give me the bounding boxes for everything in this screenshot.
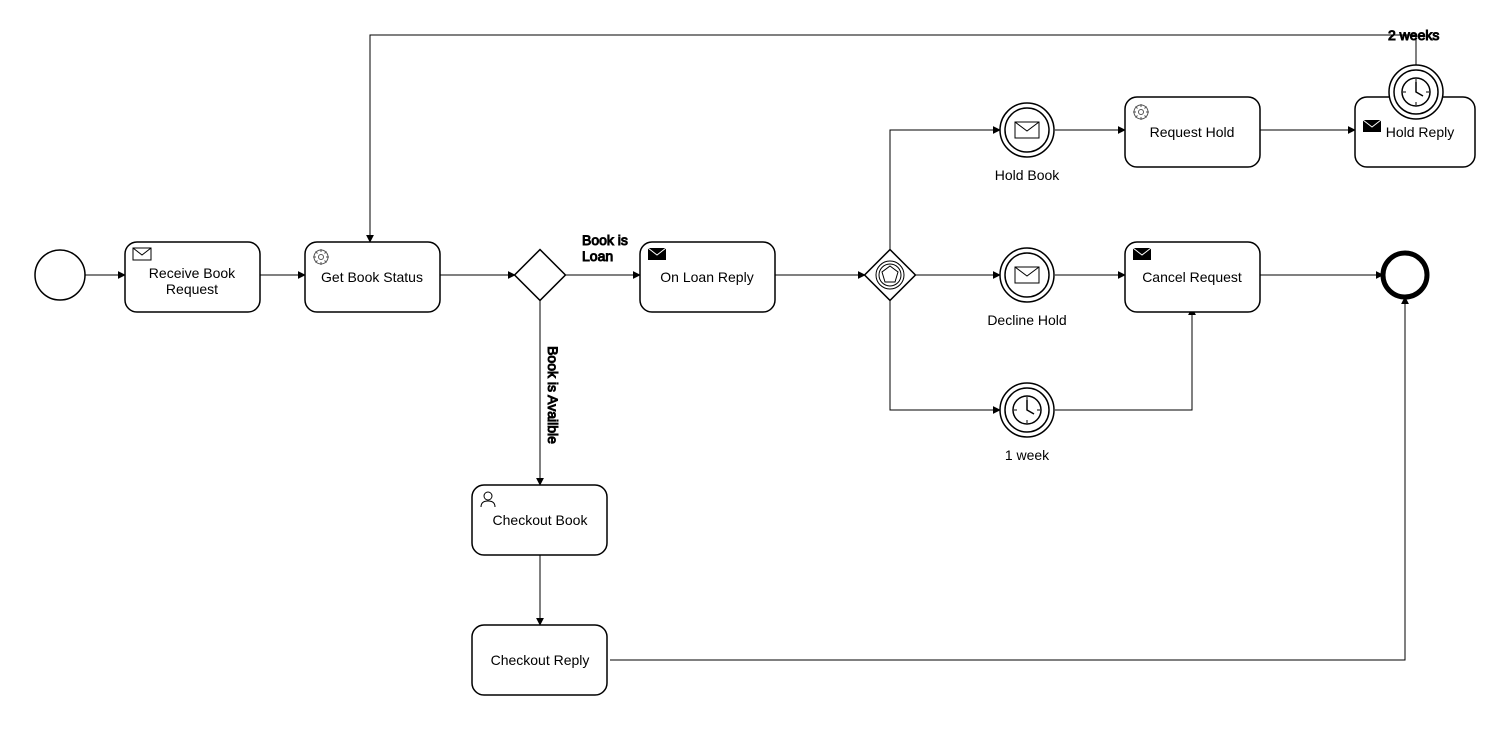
task-label: Cancel Request: [1142, 269, 1242, 285]
task-on-loan-reply[interactable]: On Loan Reply: [640, 242, 775, 312]
start-event[interactable]: [35, 250, 85, 300]
bpmn-diagram: Book isLoan Book is Availble 2 weeks: [0, 0, 1500, 732]
event-2-weeks-timer-boundary[interactable]: [1389, 65, 1443, 119]
envelope-icon: [133, 248, 151, 260]
task-label: Checkout Book: [493, 512, 589, 528]
edge-checkoutreply-end: [610, 297, 1405, 660]
clock-icon: [1013, 396, 1041, 424]
task-checkout-book[interactable]: Checkout Book: [472, 485, 607, 555]
gateway-event-based[interactable]: [865, 250, 916, 301]
gateway-exclusive[interactable]: [515, 250, 566, 301]
edge-evgw-1week: [890, 300, 1000, 410]
event-hold-book[interactable]: Hold Book: [995, 103, 1061, 183]
edge-label-2weeks: 2 weeks: [1388, 27, 1439, 43]
task-checkout-reply[interactable]: Checkout Reply: [472, 625, 607, 695]
event-label: 1 week: [1005, 447, 1050, 463]
task-request-hold[interactable]: Request Hold: [1125, 97, 1260, 167]
edge-evgw-holdbook: [890, 130, 1000, 250]
envelope-filled-icon: [648, 248, 666, 260]
event-label: Decline Hold: [987, 312, 1066, 328]
edge-label-book-is-loan: Book isLoan: [582, 232, 628, 264]
task-cancel-request[interactable]: Cancel Request: [1125, 242, 1260, 312]
envelope-icon: [1015, 267, 1039, 283]
envelope-filled-icon: [1363, 120, 1381, 132]
task-get-book-status[interactable]: Get Book Status: [305, 242, 440, 312]
task-label: Checkout Reply: [491, 652, 590, 668]
task-label: Request Hold: [1150, 124, 1235, 140]
envelope-filled-icon: [1133, 248, 1151, 260]
task-label: On Loan Reply: [660, 269, 753, 285]
envelope-icon: [1015, 122, 1039, 138]
edge-label-book-available: Book is Availble: [545, 346, 561, 444]
event-label: Hold Book: [995, 167, 1061, 183]
task-receive-book-request[interactable]: Receive BookRequest: [125, 242, 260, 312]
task-label: Hold Reply: [1386, 124, 1454, 140]
end-event[interactable]: [1383, 253, 1427, 297]
edge-1week-cancel: [1055, 308, 1192, 410]
event-1-week-timer[interactable]: 1 week: [1000, 383, 1054, 463]
task-label: Get Book Status: [321, 269, 423, 285]
event-decline-hold[interactable]: Decline Hold: [987, 248, 1066, 328]
clock-icon: [1402, 78, 1430, 106]
